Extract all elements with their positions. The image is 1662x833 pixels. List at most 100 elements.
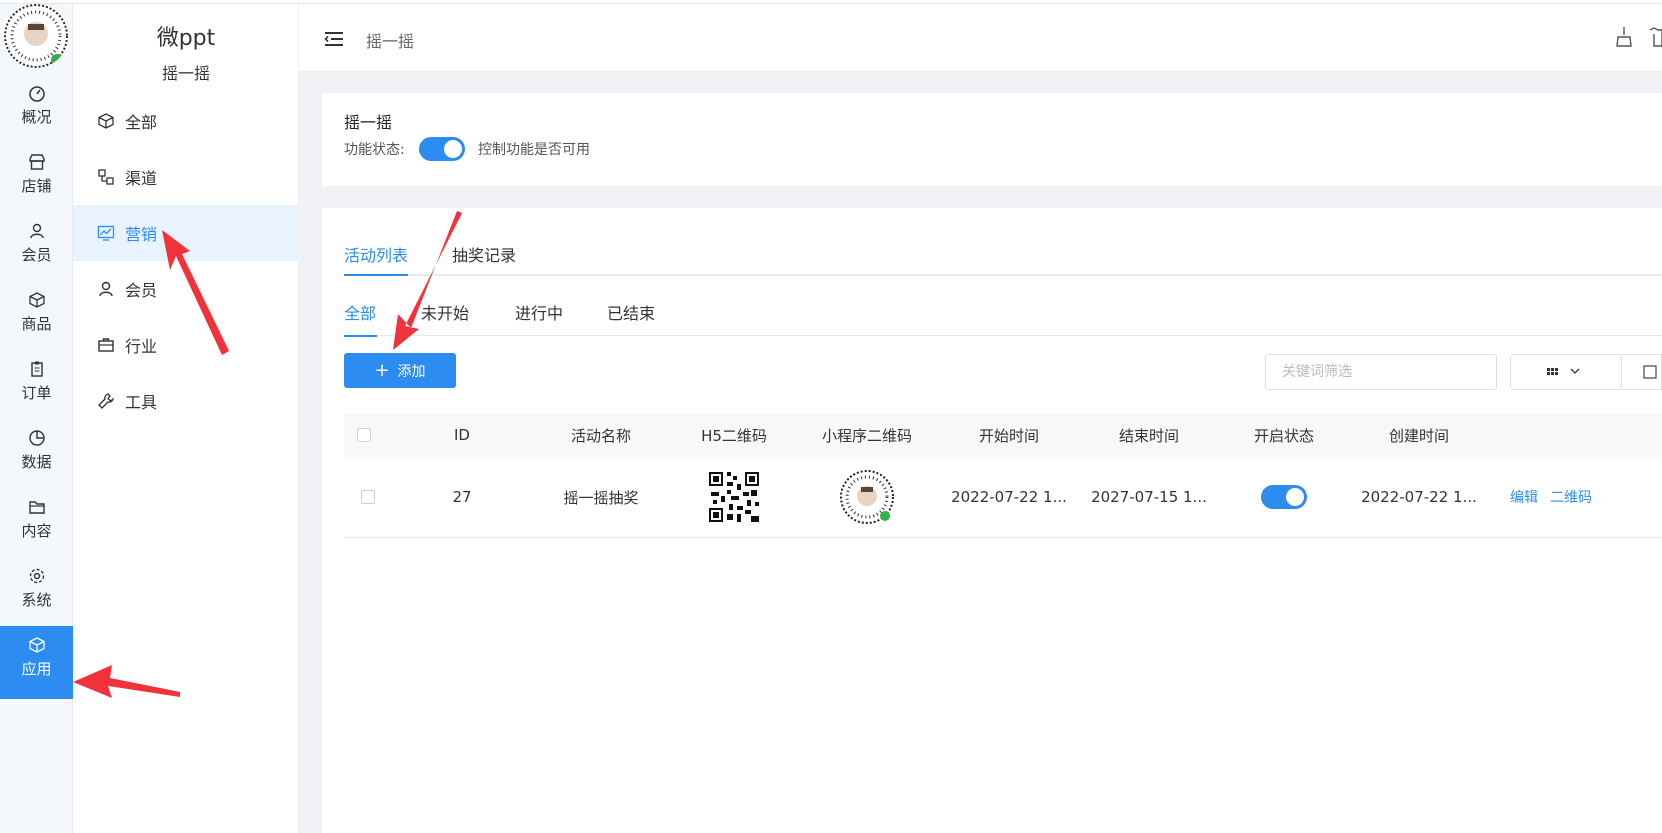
rail-item-label: 店铺 bbox=[21, 177, 52, 195]
cube-icon bbox=[98, 113, 114, 129]
menu-fold-icon[interactable] bbox=[324, 30, 344, 48]
cube-icon bbox=[28, 637, 45, 653]
rail-item-system[interactable]: 系统 bbox=[0, 557, 73, 630]
rail-item-label: 应用 bbox=[21, 660, 52, 678]
sidebar-item-all[interactable]: 全部 bbox=[73, 93, 299, 149]
sidebar-item-label: 行业 bbox=[125, 337, 158, 356]
feature-status-desc: 控制功能是否可用 bbox=[478, 142, 590, 158]
checkbox[interactable] bbox=[357, 428, 371, 442]
rail-item-data[interactable]: 数据 bbox=[0, 419, 73, 492]
add-button[interactable]: + 添加 bbox=[344, 353, 456, 388]
dashboard-icon bbox=[28, 86, 45, 102]
rail-item-goods[interactable]: 商品 bbox=[0, 281, 73, 354]
feature-status-label: 功能状态: bbox=[344, 142, 405, 158]
column-header-name: 活动名称 bbox=[570, 426, 631, 445]
rail-item-label: 系统 bbox=[21, 591, 52, 609]
edit-link[interactable]: 编辑 bbox=[1510, 487, 1538, 507]
qr-code-icon bbox=[707, 470, 761, 524]
qr-code-link[interactable]: 二维码 bbox=[1550, 487, 1592, 507]
row-end-time: 2027-07-15 1... bbox=[1091, 488, 1207, 506]
tab-status-ended[interactable]: 已结束 bbox=[607, 300, 655, 324]
rail-item-content[interactable]: 内容 bbox=[0, 488, 73, 561]
row-name: 摇一摇抽奖 bbox=[563, 488, 639, 507]
top-bar: 摇一摇 bbox=[299, 4, 1662, 72]
pie-icon bbox=[28, 430, 45, 446]
feature-status-toggle[interactable] bbox=[419, 137, 465, 161]
tab-draw-records[interactable]: 抽奖记录 bbox=[452, 242, 516, 266]
view-switch-dropdown[interactable] bbox=[1510, 354, 1622, 390]
column-header-enabled: 开启状态 bbox=[1253, 426, 1314, 445]
row-enabled-toggle[interactable] bbox=[1261, 485, 1307, 509]
app-title: 微ppt bbox=[156, 26, 216, 51]
avatar[interactable] bbox=[4, 4, 68, 68]
plus-icon: + bbox=[374, 359, 390, 381]
tab-ink-bar bbox=[344, 335, 377, 337]
row-created-time: 2022-07-22 1... bbox=[1361, 488, 1477, 506]
tab-status-not-started[interactable]: 未开始 bbox=[421, 300, 469, 324]
tab-status-in-progress[interactable]: 进行中 bbox=[515, 300, 563, 324]
export-button[interactable] bbox=[1622, 354, 1662, 390]
breadcrumb: 摇一摇 bbox=[366, 32, 415, 51]
rail-item-apps[interactable]: 应用 bbox=[0, 626, 73, 699]
user-icon bbox=[99, 281, 113, 297]
store-icon bbox=[28, 154, 45, 170]
sidebar-item-label: 工具 bbox=[125, 393, 158, 412]
app-subtitle: 摇一摇 bbox=[161, 64, 210, 83]
row-select[interactable] bbox=[354, 457, 382, 537]
rail-item-label: 概况 bbox=[21, 108, 52, 126]
column-header-miniprogram-qr: 小程序二维码 bbox=[821, 426, 912, 445]
sidebar-item-industry[interactable]: 行业 bbox=[73, 317, 299, 373]
status-tabs: 全部 未开始 进行中 已结束 bbox=[344, 276, 1662, 337]
folder-icon bbox=[28, 501, 45, 514]
briefcase-icon bbox=[98, 338, 114, 352]
rail-item-order[interactable]: 订单 bbox=[0, 350, 73, 423]
rail-item-member[interactable]: 会员 bbox=[0, 212, 73, 285]
shirt-icon[interactable] bbox=[1648, 26, 1662, 48]
gear-icon bbox=[29, 568, 44, 584]
sidebar-item-marketing[interactable]: 营销 bbox=[73, 205, 299, 261]
row-enabled-cell bbox=[1224, 457, 1344, 537]
rail-item-label: 数据 bbox=[21, 453, 52, 471]
header-select-all[interactable] bbox=[350, 413, 378, 457]
top-right-actions bbox=[1614, 26, 1662, 48]
tab-status-all[interactable]: 全部 bbox=[344, 300, 376, 324]
checkbox[interactable] bbox=[361, 490, 375, 504]
table-row: 27 摇一摇抽奖 2022-07-22 1... 2027-07-15 1...… bbox=[344, 457, 1662, 538]
row-start-time: 2022-07-22 1... bbox=[951, 488, 1067, 506]
rail-item-overview[interactable]: 概况 bbox=[0, 74, 73, 147]
column-header-h5-qr: H5二维码 bbox=[701, 426, 767, 445]
channel-icon bbox=[98, 169, 114, 185]
keyword-filter-input[interactable]: 关键词筛选 bbox=[1265, 354, 1497, 390]
grid-view-icon bbox=[1547, 368, 1580, 375]
user-icon bbox=[29, 223, 44, 239]
sidebar-item-label: 渠道 bbox=[125, 169, 158, 188]
rail-item-label: 商品 bbox=[21, 315, 52, 333]
row-h5-qr[interactable] bbox=[684, 457, 784, 537]
row-miniprogram-qr[interactable] bbox=[804, 457, 930, 537]
icon-rail: 概况 店铺 会员 商品 订单 数据 内容 系统 应用 bbox=[0, 0, 73, 833]
column-header-end-time: 结束时间 bbox=[1118, 426, 1179, 445]
add-button-label: 添加 bbox=[397, 363, 426, 380]
feature-title: 摇一摇 bbox=[344, 113, 393, 132]
sidebar-item-label: 营销 bbox=[125, 225, 158, 244]
table-header: ID 活动名称 H5二维码 小程序二维码 开始时间 结束时间 开启状态 创建时间 bbox=[344, 413, 1662, 457]
rail-item-store[interactable]: 店铺 bbox=[0, 143, 73, 216]
miniprogram-code-icon bbox=[840, 470, 894, 524]
tab-activity-list[interactable]: 活动列表 bbox=[344, 242, 408, 266]
column-header-created: 创建时间 bbox=[1388, 426, 1449, 445]
rail-item-label: 内容 bbox=[21, 522, 52, 540]
sidebar-item-tools[interactable]: 工具 bbox=[73, 373, 299, 429]
row-actions: 编辑 二维码 bbox=[1510, 457, 1662, 537]
sidebar-item-label: 全部 bbox=[125, 113, 158, 132]
box-icon bbox=[28, 292, 45, 308]
export-icon bbox=[1643, 365, 1657, 379]
broom-icon[interactable] bbox=[1614, 26, 1634, 48]
column-header-start-time: 开始时间 bbox=[978, 426, 1039, 445]
clipboard-icon bbox=[30, 361, 43, 377]
wrench-icon bbox=[98, 393, 115, 409]
sidebar-item-channel[interactable]: 渠道 bbox=[73, 149, 299, 205]
chart-line-icon bbox=[97, 225, 115, 241]
activity-list-panel: 活动列表 抽奖记录 全部 未开始 进行中 已结束 + 添加 关键词筛选 ID 活… bbox=[322, 208, 1662, 833]
sidebar-item-member[interactable]: 会员 bbox=[73, 261, 299, 317]
rail-item-label: 订单 bbox=[21, 384, 52, 402]
